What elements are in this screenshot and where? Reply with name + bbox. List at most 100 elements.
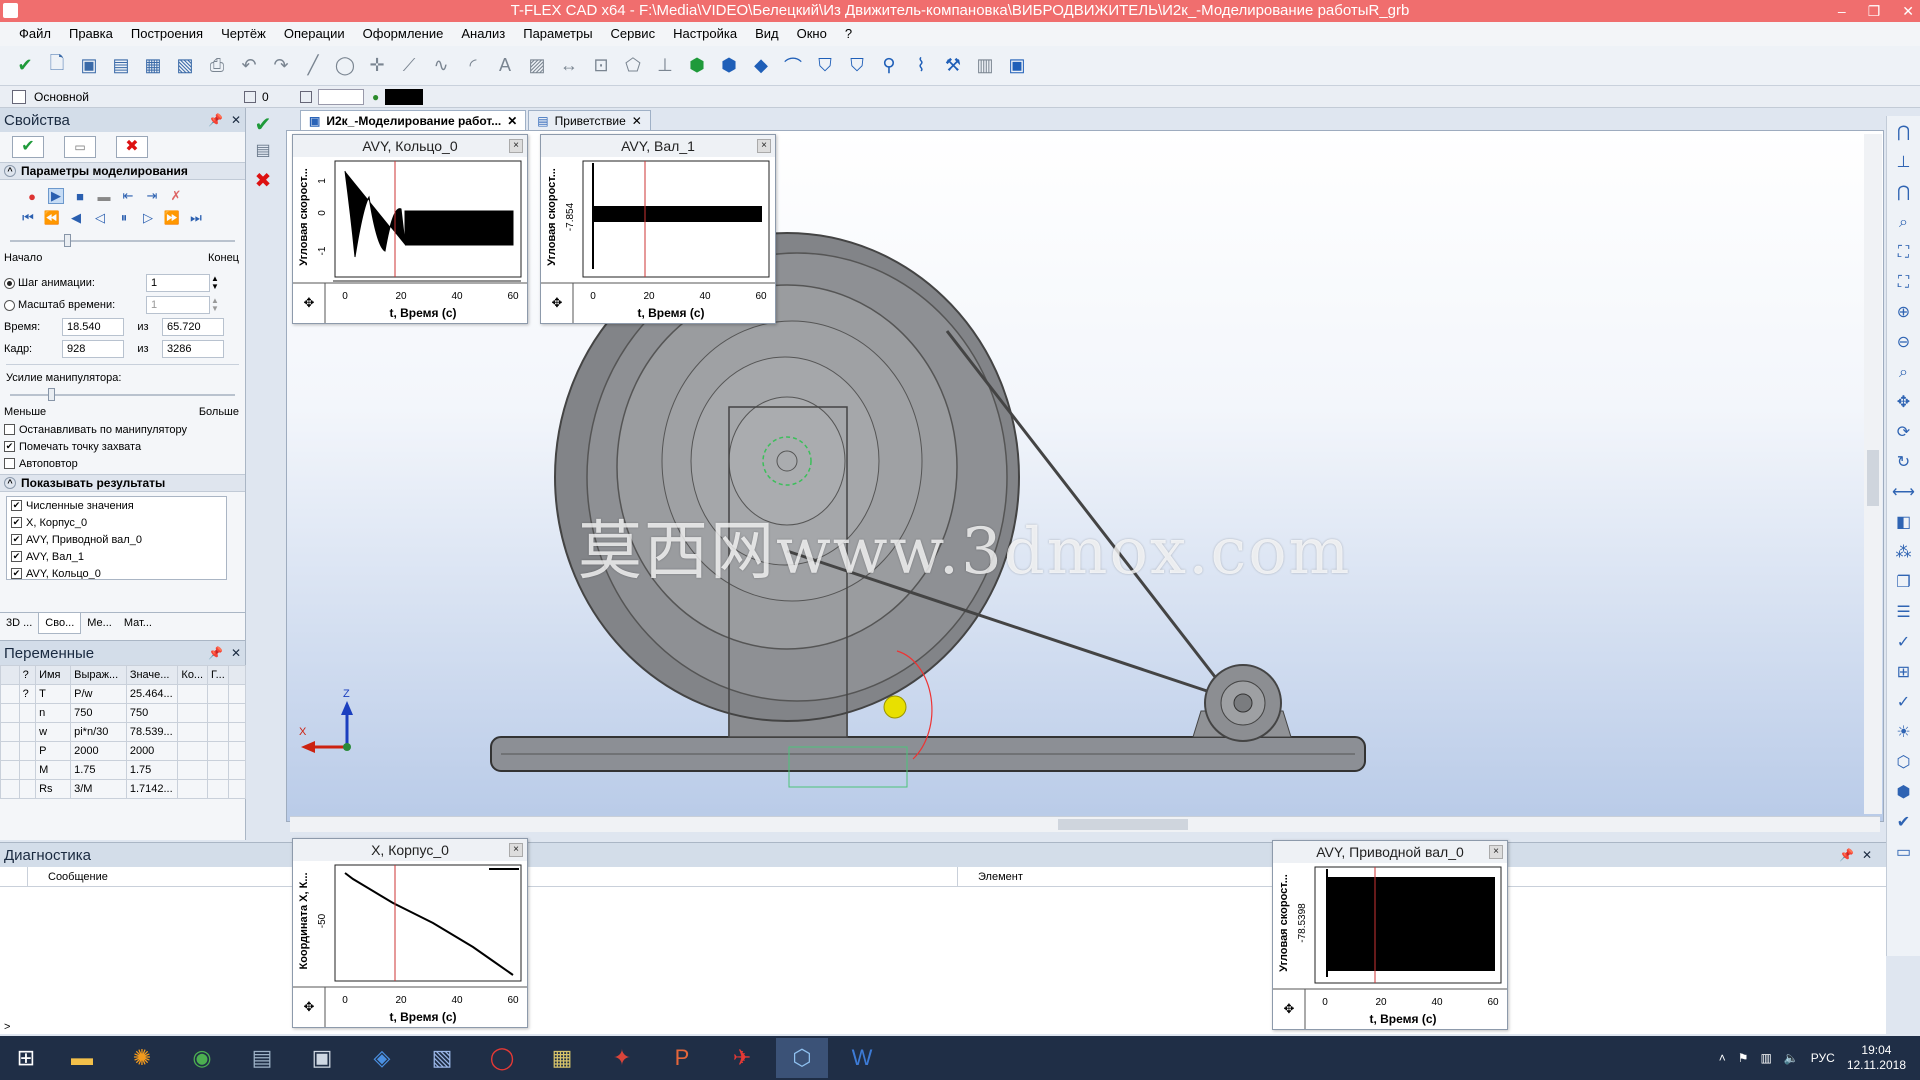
zoom-out-icon[interactable]: ⊖ <box>1891 330 1917 356</box>
anim-step-radio[interactable] <box>4 277 15 289</box>
stop-checkbox[interactable] <box>4 424 15 435</box>
stop-icon[interactable]: ■ <box>72 188 88 204</box>
acrobat-icon[interactable]: ✈ <box>716 1038 768 1078</box>
tree-icon[interactable]: ⚲ <box>876 53 902 79</box>
pin-icon[interactable]: 📌 <box>1839 848 1854 862</box>
tab-close-icon[interactable]: ✕ <box>507 114 517 128</box>
opera-icon[interactable]: ◯ <box>476 1038 528 1078</box>
redo-icon[interactable]: ↷ <box>268 53 294 79</box>
tray-chevron-icon[interactable]: ˄ <box>1719 1051 1726 1065</box>
magnet2-icon[interactable]: ⋂ <box>1891 180 1917 206</box>
window2-icon[interactable]: ▭ <box>1891 840 1917 866</box>
folder-icon[interactable]: ▦ <box>140 53 166 79</box>
teamviewer-icon[interactable]: ◈ <box>356 1038 408 1078</box>
time-scale-input[interactable]: 1 <box>146 296 210 314</box>
time-scale-spinner[interactable]: ▲ ▼ <box>211 297 219 313</box>
structure-icon[interactable]: ⊞ <box>1891 660 1917 686</box>
shield-blue-icon[interactable]: ⬢ <box>716 53 742 79</box>
table-row[interactable]: M 1.75 1.75 <box>0 760 246 780</box>
tab-simulation[interactable]: ▣ И2к_-Моделирование работ... ✕ <box>300 110 527 130</box>
view-check-icon[interactable]: ✔ <box>1891 810 1917 836</box>
plot-drive[interactable]: AVY, Приводной вал_0 × Угловая скорост...… <box>1272 840 1508 1030</box>
menu-file[interactable]: Файл <box>10 22 60 46</box>
zoom-window-icon[interactable]: ⌕ <box>1891 210 1917 236</box>
ok-button[interactable]: ✔ <box>12 136 44 158</box>
cube-icon[interactable]: ⬡ <box>1891 750 1917 776</box>
preview-button[interactable]: ▭ <box>64 136 96 158</box>
light-icon[interactable]: ☀ <box>1891 720 1917 746</box>
menu-window[interactable]: Окно <box>788 22 836 46</box>
layers-icon[interactable]: ☰ <box>1891 600 1917 626</box>
cube2-icon[interactable]: ⬢ <box>1891 780 1917 806</box>
measure-icon[interactable]: ⟷ <box>1891 480 1917 506</box>
rec-icon[interactable]: ✗ <box>168 188 184 204</box>
table-row[interactable]: P 2000 2000 <box>0 741 246 761</box>
restore-icon[interactable]: ❐ <box>1868 0 1881 22</box>
col-value[interactable]: Значе... <box>125 665 179 685</box>
horizontal-scrollbar[interactable] <box>290 816 1880 832</box>
confirm-icon[interactable]: ✔ <box>12 53 38 79</box>
results-checkbox[interactable]: ✔ <box>11 517 22 528</box>
node-icon[interactable]: ✛ <box>364 53 390 79</box>
first-frame-icon[interactable]: ⏮ <box>20 210 36 226</box>
link-icon[interactable]: ⌒ <box>780 53 806 79</box>
fit-icon[interactable]: ⛶ <box>1891 240 1917 266</box>
open-icon[interactable]: ▤ <box>108 53 134 79</box>
disk-icon[interactable]: ▧ <box>416 1038 468 1078</box>
start-icon[interactable]: ⊞ <box>4 1038 48 1078</box>
to-start-icon[interactable]: ⇤ <box>120 188 136 204</box>
badge2-icon[interactable]: ⛉ <box>844 53 870 79</box>
plot-body[interactable]: X, Корпус_0 × Координата X, К... -50 ✥ 0 … <box>292 838 528 1028</box>
results-item[interactable]: Численные значения <box>26 500 134 512</box>
powerpoint-icon[interactable]: P <box>656 1038 708 1078</box>
app-orange-icon[interactable]: ✺ <box>116 1038 168 1078</box>
copy-icon[interactable]: ❐ <box>1891 570 1917 596</box>
section-results[interactable]: ^ Показывать результаты <box>0 474 245 492</box>
clipboard-icon[interactable]: ▥ <box>972 53 998 79</box>
panel-close-icon[interactable]: ✕ <box>231 113 241 127</box>
section-icon[interactable]: ◧ <box>1891 510 1917 536</box>
pin-icon[interactable]: 📌 <box>208 113 223 127</box>
circle-icon[interactable]: ◯ <box>332 53 358 79</box>
view-icon[interactable]: ⬠ <box>620 53 646 79</box>
menu-drawing[interactable]: Чертёж <box>212 22 275 46</box>
menu-parameters[interactable]: Параметры <box>514 22 601 46</box>
check2-icon[interactable]: ✓ <box>1891 690 1917 716</box>
anim-step-input[interactable]: 1 <box>146 274 210 292</box>
rotate-icon[interactable]: ↻ <box>1891 450 1917 476</box>
orbit-icon[interactable]: ⟳ <box>1891 420 1917 446</box>
col-group[interactable]: Г... <box>207 665 230 685</box>
arc-icon[interactable]: ◜ <box>460 53 486 79</box>
menu-service[interactable]: Сервис <box>602 22 665 46</box>
vertical-scrollbar[interactable] <box>1864 134 1882 814</box>
assembly-icon[interactable]: ◆ <box>748 53 774 79</box>
tools-icon[interactable]: ⚒ <box>940 53 966 79</box>
record-icon[interactable]: ● <box>24 188 40 204</box>
col-comment[interactable]: Ко... <box>177 665 209 685</box>
col-name[interactable]: Имя <box>35 665 72 685</box>
new-3d-icon[interactable]: ▣ <box>76 53 102 79</box>
sketch-icon[interactable]: ⟋ <box>396 53 422 79</box>
section-simulation[interactable]: ^ Параметры моделирования <box>0 162 245 180</box>
window-manager-icon[interactable]: ▤ <box>236 1038 288 1078</box>
undo-icon[interactable]: ↶ <box>236 53 262 79</box>
cancel-button[interactable]: ✖ <box>116 136 148 158</box>
col-expr[interactable]: Выраж... <box>70 665 127 685</box>
dimension-icon[interactable]: ↔ <box>556 53 582 79</box>
results-item[interactable]: AVY, Вал_1 <box>26 551 84 563</box>
col-query[interactable]: ? <box>18 665 37 685</box>
menu-design[interactable]: Оформление <box>354 22 453 46</box>
clock[interactable]: 19:04 12.11.2018 <box>1847 1043 1906 1073</box>
vertical-scroll-thumb[interactable] <box>1867 450 1879 506</box>
step-forward-icon[interactable]: ▷ <box>140 210 156 226</box>
force-slider-thumb[interactable] <box>48 388 55 401</box>
check-icon[interactable]: ✓ <box>1891 630 1917 656</box>
fast-back-icon[interactable]: ⏪ <box>44 210 60 226</box>
expand-arrow[interactable]: > <box>4 1021 10 1033</box>
magnet-icon[interactable]: ⋂ <box>1891 120 1917 146</box>
plot-close-icon[interactable]: × <box>757 139 771 153</box>
zoom-prev-icon[interactable]: ⌕ <box>1891 360 1917 386</box>
mark-checkbox[interactable]: ✔ <box>4 441 15 452</box>
table-row[interactable]: w pi*n/30 78.539... <box>0 722 246 742</box>
new-file-icon[interactable]: 🗋 <box>44 53 70 79</box>
